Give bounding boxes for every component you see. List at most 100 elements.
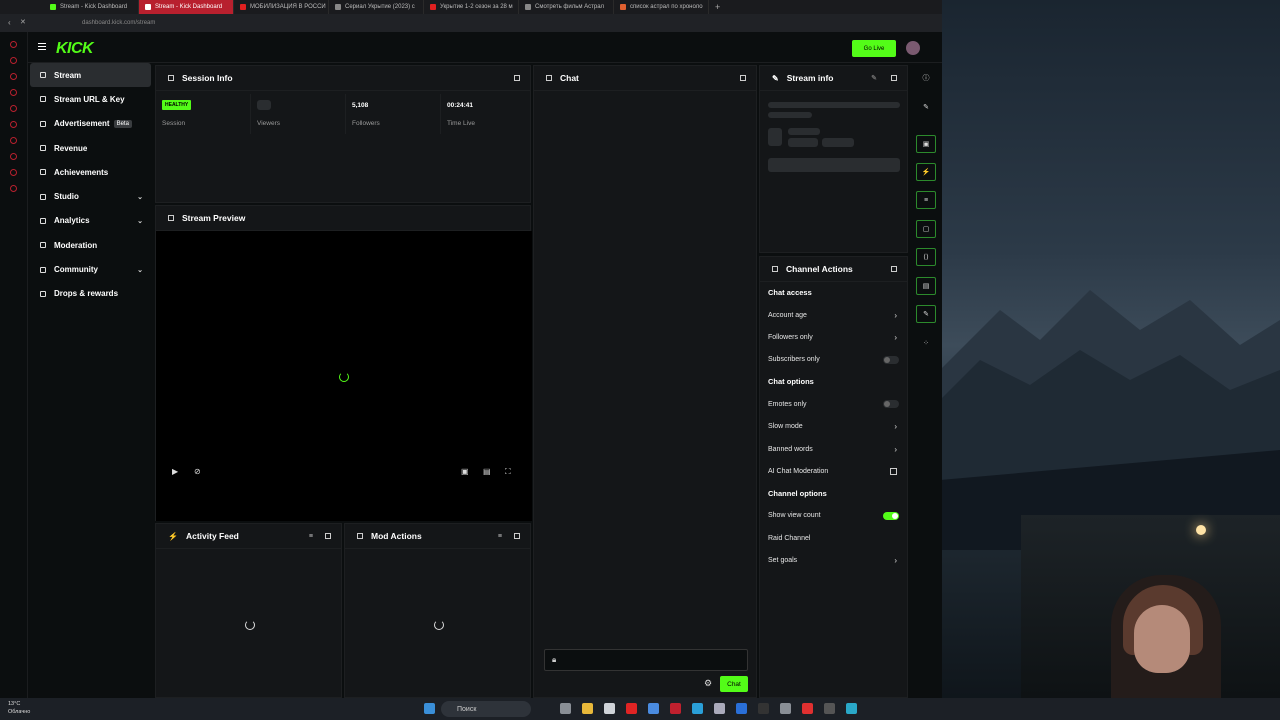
back-icon[interactable]: ‹ [8,18,11,27]
raid-channel-option[interactable]: Raid Channel [760,527,907,549]
app-icon[interactable] [648,703,659,714]
widget-chat-icon[interactable]: ▢ [916,220,936,238]
external-link-icon [890,468,897,476]
widget-channel-icon[interactable]: ▤ [916,277,936,295]
widget-wrench-icon[interactable]: ✎ [916,305,936,323]
sidebar-app-icon[interactable] [10,121,17,128]
browser-tab[interactable]: Сериал Укрытие (2023) с [329,0,424,14]
ai-moderation-option[interactable]: AI Chat Moderation [760,460,907,482]
sidebar-item-community[interactable]: Community ⌄ [30,257,151,281]
opera-icon[interactable] [670,703,681,714]
browser-tab-active[interactable]: Stream - Kick Dashboard [139,0,234,14]
popout-icon[interactable] [740,75,746,81]
account-age-option[interactable]: Account age › [760,304,907,326]
app-icon[interactable] [824,703,835,714]
emotes-only-toggle[interactable] [883,400,899,409]
browser-tab[interactable]: Укрытие 1-2 сезон за 28 м [424,0,519,14]
filter-icon[interactable]: ≡ [309,533,313,540]
mute-icon[interactable]: ⊘ [194,467,201,476]
windows-start-icon[interactable] [424,703,435,714]
popout-icon[interactable] [514,75,520,81]
avatar[interactable] [906,41,920,55]
slow-mode-option[interactable]: Slow mode › [760,416,907,438]
followers-only-option[interactable]: Followers only › [760,326,907,348]
yandex-browser-icon[interactable] [626,703,637,714]
pip-icon[interactable]: ▤ [483,467,491,476]
widget-activity-icon[interactable]: ⚡ [916,163,936,181]
sidebar-item-advertisement[interactable]: Advertisement Beta [30,112,151,136]
pencil-icon[interactable]: ✎ [916,98,936,116]
sidebar-item-stream[interactable]: Stream [30,63,151,88]
file-explorer-icon[interactable] [582,703,593,714]
browser-tab[interactable]: Stream - Kick Dashboard [44,0,139,14]
sidebar-item-stream-url[interactable]: Stream URL & Key [30,87,151,111]
sidebar-app-icon[interactable] [10,137,17,144]
popout-icon[interactable] [891,75,897,81]
send-chat-button[interactable]: Chat [720,676,748,692]
browser-tab[interactable]: МОБИЛИЗАЦИЯ В РОССИ [234,0,329,14]
option-label: Banned words [768,445,813,453]
sidebar-app-icon[interactable] [10,89,17,96]
widget-list-icon[interactable]: ≡ [916,191,936,209]
edit-icon[interactable]: ✎ [871,74,877,82]
sidebar-item-studio[interactable]: Studio ⌄ [30,184,151,208]
sidebar-item-achievements[interactable]: Achievements [30,160,151,184]
obs-icon[interactable] [758,703,769,714]
settings-icon[interactable] [780,703,791,714]
panel-title: Stream info [786,73,834,83]
app-icon[interactable] [604,703,615,714]
sidebar-item-analytics[interactable]: Analytics ⌄ [30,209,151,233]
kick-logo[interactable]: KICK [56,40,94,58]
sidebar-app-icon[interactable] [10,57,17,64]
sidebar-app-icon[interactable] [10,153,17,160]
gear-icon[interactable]: ⚙ [704,678,712,689]
app-icon[interactable] [736,703,747,714]
popout-icon[interactable] [891,266,897,272]
set-goals-option[interactable]: Set goals › [760,550,907,572]
theater-mode-icon[interactable]: ▣ [461,467,469,476]
weather-widget[interactable]: 13°C Облачно [8,700,30,716]
edge-icon[interactable] [846,703,857,714]
banned-words-option[interactable]: Banned words › [760,438,907,460]
sidebar-app-icon[interactable] [10,185,17,192]
reload-icon[interactable]: ✕ [20,18,26,26]
widget-preview-icon[interactable]: ▣ [916,135,936,153]
info-icon[interactable]: ⓘ [916,69,936,87]
widget-session-icon[interactable]: ⟨⟩ [916,248,936,266]
sidebar-app-icon[interactable] [10,169,17,176]
address-bar[interactable]: ‹ ✕ dashboard.kick.com/stream [0,14,942,32]
app-icon[interactable] [714,703,725,714]
taskbar-search[interactable]: Поиск [441,701,531,717]
popout-icon[interactable] [514,533,520,539]
window-menu[interactable] [0,0,44,14]
sidebar-app-icon[interactable] [10,73,17,80]
popout-icon[interactable] [325,533,331,539]
option-label: Emotes only [768,400,807,408]
browser-tab[interactable]: список астрал по хроноло [614,0,709,14]
play-icon[interactable]: ▶ [172,467,178,476]
subscribers-only-toggle[interactable] [883,355,899,364]
sidebar-app-icon[interactable] [10,105,17,112]
menu-icon[interactable] [38,43,46,50]
telegram-icon[interactable] [692,703,703,714]
add-widget-icon[interactable]: ⁘ [916,334,936,352]
video-player[interactable]: ▶ ⊘ ▣ ▤ ⛶ [156,231,532,521]
go-live-button[interactable]: Go Live [852,40,896,57]
filter-icon[interactable]: ≡ [498,533,502,540]
loading-spinner [339,372,349,382]
skeleton-tag [788,128,820,135]
dashboard-sidebar: Stream Stream URL & Key Advertisement Bet… [28,63,153,698]
tab-label: Stream - Kick Dashboard [155,4,223,10]
chat-input[interactable]: 🔒︎ [544,649,748,671]
fullscreen-icon[interactable]: ⛶ [505,467,511,477]
sidebar-item-drops[interactable]: Drops & rewards [30,282,151,306]
url-text[interactable]: dashboard.kick.com/stream [82,20,155,26]
sidebar-item-moderation[interactable]: Moderation [30,233,151,257]
sidebar-item-revenue[interactable]: Revenue [30,136,151,160]
sidebar-app-icon[interactable] [10,41,17,48]
browser-tab[interactable]: Смотреть фильм Астрал [519,0,614,14]
show-view-count-toggle[interactable] [883,511,899,520]
new-tab-icon[interactable]: + [715,2,720,12]
app-icon[interactable] [802,703,813,714]
task-view-icon[interactable] [560,703,571,714]
